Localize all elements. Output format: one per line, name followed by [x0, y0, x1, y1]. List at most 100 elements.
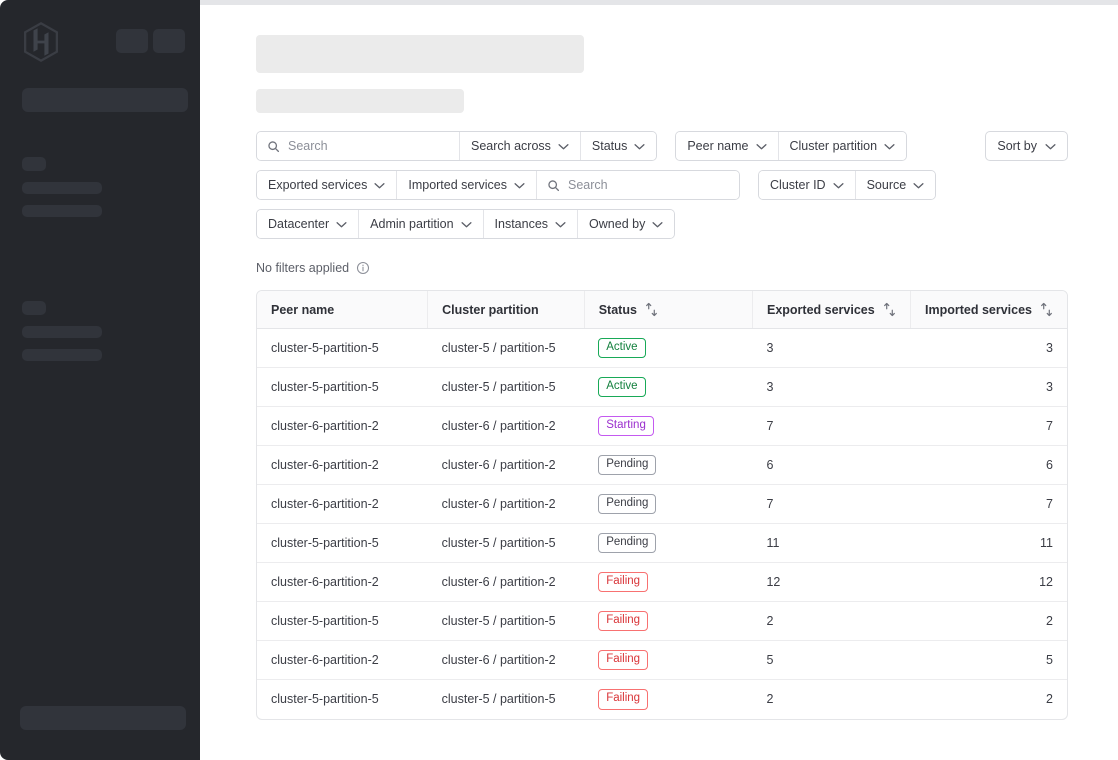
search-input-wrapper[interactable]: [257, 132, 460, 160]
cell-cluster-partition: cluster-6 / partition-2: [428, 563, 585, 602]
sidebar-skeleton-group-label-1: [22, 157, 46, 171]
cell-imported-services: 7: [911, 407, 1068, 446]
page-title-skeleton: [256, 35, 584, 73]
services-search-input-wrapper[interactable]: [537, 171, 739, 199]
filter-search-across[interactable]: Search across: [460, 132, 581, 160]
cell-peer-name[interactable]: cluster-5-partition-5: [257, 368, 428, 407]
cell-exported-services: 5: [752, 641, 910, 680]
table-head: Peer name Cluster partition Status: [257, 291, 1067, 329]
cell-imported-services: 6: [911, 446, 1068, 485]
table-row[interactable]: cluster-5-partition-5cluster-5 / partiti…: [257, 329, 1067, 368]
cell-peer-name[interactable]: cluster-6-partition-2: [257, 485, 428, 524]
search-icon: [267, 140, 280, 153]
cell-peer-name[interactable]: cluster-6-partition-2: [257, 641, 428, 680]
cell-exported-services: 2: [752, 602, 910, 641]
cell-cluster-partition: cluster-5 / partition-5: [428, 680, 585, 719]
column-header-imported-services[interactable]: Imported services: [911, 291, 1068, 329]
peers-table-card: Peer name Cluster partition Status: [256, 290, 1068, 720]
filter-cluster-id[interactable]: Cluster ID: [759, 171, 856, 199]
cell-imported-services: 12: [911, 563, 1068, 602]
chevron-down-icon: [336, 217, 347, 231]
column-header-status[interactable]: Status: [584, 291, 752, 329]
filter-row-1: Search across Status Peer name: [256, 131, 1068, 161]
search-input[interactable]: [288, 139, 449, 153]
table-row[interactable]: cluster-6-partition-2cluster-6 / partiti…: [257, 485, 1067, 524]
cell-peer-name[interactable]: cluster-5-partition-5: [257, 329, 428, 368]
chevron-down-icon: [1045, 139, 1056, 153]
search-icon: [547, 179, 560, 192]
sidebar: [0, 0, 200, 760]
cell-cluster-partition: cluster-6 / partition-2: [428, 446, 585, 485]
filter-source-label: Source: [867, 178, 907, 192]
status-badge: Starting: [598, 416, 654, 437]
filter-owned-by[interactable]: Owned by: [578, 210, 674, 238]
filter-peer-name[interactable]: Peer name: [676, 132, 778, 160]
cell-status: Starting: [584, 407, 752, 446]
column-header-cluster-partition[interactable]: Cluster partition: [428, 291, 585, 329]
cell-cluster-partition: cluster-5 / partition-5: [428, 368, 585, 407]
status-badge: Failing: [598, 611, 648, 632]
filter-status[interactable]: Status: [581, 132, 656, 160]
cell-imported-services: 5: [911, 641, 1068, 680]
table-row[interactable]: cluster-6-partition-2cluster-6 / partiti…: [257, 641, 1067, 680]
sidebar-skeleton-search: [22, 88, 188, 112]
applied-filters-status: No filters applied: [256, 261, 370, 275]
sidebar-skeleton-pill-b: [153, 29, 185, 53]
filter-datacenter-label: Datacenter: [268, 217, 329, 231]
status-badge: Pending: [598, 533, 656, 554]
cell-peer-name[interactable]: cluster-6-partition-2: [257, 563, 428, 602]
hashicorp-logo-icon[interactable]: [22, 22, 60, 62]
cell-peer-name[interactable]: cluster-5-partition-5: [257, 602, 428, 641]
cell-status: Pending: [584, 524, 752, 563]
filter-cluster-partition[interactable]: Cluster partition: [779, 132, 907, 160]
cell-exported-services: 7: [752, 485, 910, 524]
filter-imported-services[interactable]: Imported services: [397, 171, 537, 199]
cell-cluster-partition: cluster-5 / partition-5: [428, 602, 585, 641]
filter-cluster-id-label: Cluster ID: [770, 178, 826, 192]
column-header-imported-services-label: Imported services: [925, 303, 1032, 317]
table-row[interactable]: cluster-5-partition-5cluster-5 / partiti…: [257, 602, 1067, 641]
filter-datacenter[interactable]: Datacenter: [257, 210, 359, 238]
filter-owned-by-label: Owned by: [589, 217, 645, 231]
column-header-cluster-partition-label: Cluster partition: [442, 303, 539, 317]
filter-source[interactable]: Source: [856, 171, 936, 199]
chevron-down-icon: [514, 178, 525, 192]
chevron-down-icon: [884, 139, 895, 153]
cell-peer-name[interactable]: cluster-6-partition-2: [257, 407, 428, 446]
sort-arrows-icon[interactable]: [883, 302, 896, 317]
cell-exported-services: 2: [752, 680, 910, 719]
column-header-peer-name[interactable]: Peer name: [257, 291, 428, 329]
filter-admin-partition[interactable]: Admin partition: [359, 210, 483, 238]
cell-cluster-partition: cluster-6 / partition-2: [428, 407, 585, 446]
filter-exported-services[interactable]: Exported services: [257, 171, 397, 199]
info-circle-icon[interactable]: [356, 261, 370, 275]
cell-peer-name[interactable]: cluster-5-partition-5: [257, 680, 428, 719]
app-root: Search across Status Peer name: [0, 0, 1118, 760]
sidebar-skeleton-item-1: [22, 182, 102, 194]
filter-group-services: Exported services Imported services: [256, 170, 740, 200]
filter-instances[interactable]: Instances: [484, 210, 579, 238]
column-header-exported-services[interactable]: Exported services: [752, 291, 910, 329]
cell-exported-services: 3: [752, 368, 910, 407]
table-row[interactable]: cluster-6-partition-2cluster-6 / partiti…: [257, 446, 1067, 485]
cell-imported-services: 11: [911, 524, 1068, 563]
cell-status: Failing: [584, 680, 752, 719]
cell-status: Pending: [584, 485, 752, 524]
cell-peer-name[interactable]: cluster-5-partition-5: [257, 524, 428, 563]
cell-status: Pending: [584, 446, 752, 485]
table-row[interactable]: cluster-6-partition-2cluster-6 / partiti…: [257, 563, 1067, 602]
column-header-status-label: Status: [599, 303, 637, 317]
sort-by-button[interactable]: Sort by: [985, 131, 1068, 161]
sort-arrows-icon[interactable]: [1040, 302, 1053, 317]
services-search-input[interactable]: [568, 178, 729, 192]
filter-search-across-label: Search across: [471, 139, 551, 153]
table-row[interactable]: cluster-5-partition-5cluster-5 / partiti…: [257, 680, 1067, 719]
status-badge: Pending: [598, 455, 656, 476]
table-row[interactable]: cluster-5-partition-5cluster-5 / partiti…: [257, 368, 1067, 407]
cell-imported-services: 3: [911, 329, 1068, 368]
table-row[interactable]: cluster-6-partition-2cluster-6 / partiti…: [257, 407, 1067, 446]
cell-peer-name[interactable]: cluster-6-partition-2: [257, 446, 428, 485]
peers-table: Peer name Cluster partition Status: [257, 291, 1067, 719]
sort-arrows-icon[interactable]: [645, 302, 658, 317]
table-row[interactable]: cluster-5-partition-5cluster-5 / partiti…: [257, 524, 1067, 563]
